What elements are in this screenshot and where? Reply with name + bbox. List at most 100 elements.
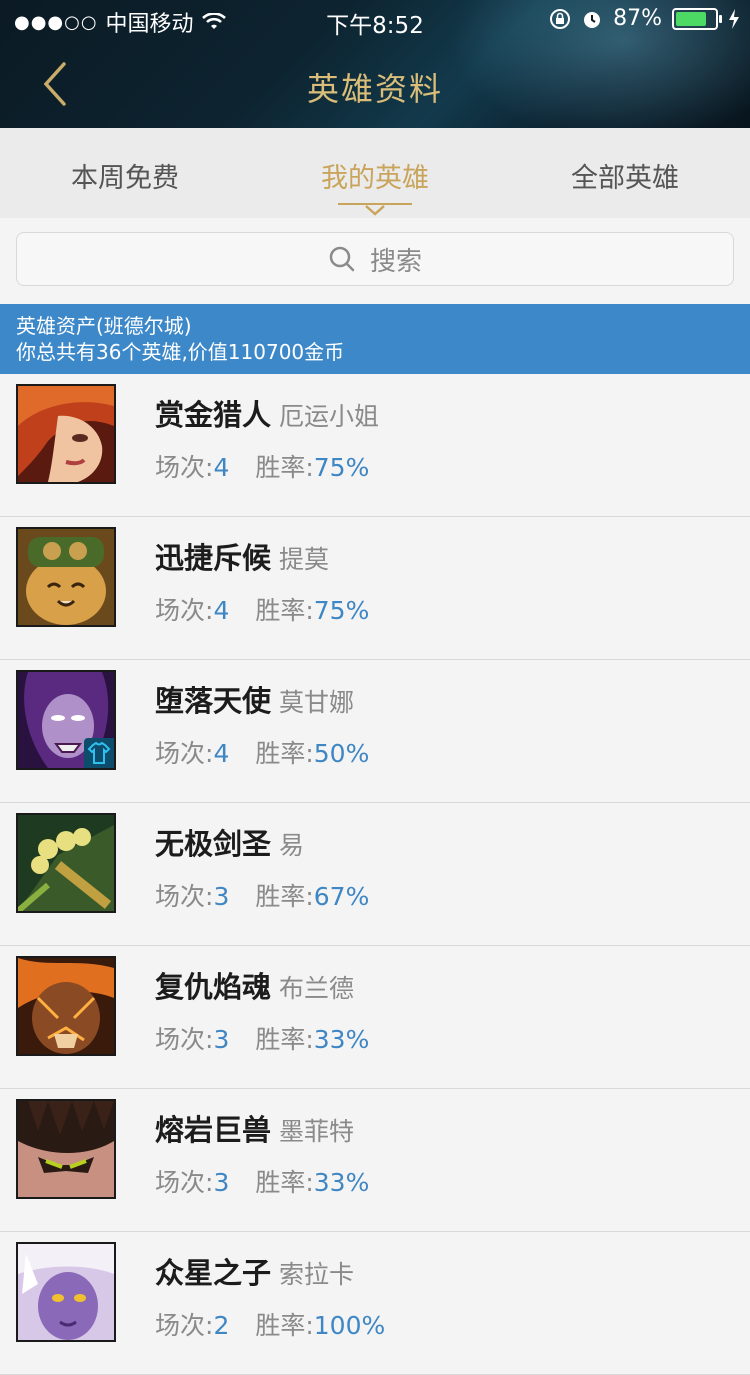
games-label: 场次: [155, 1168, 214, 1197]
hero-stats: 场次:4 胜率:75% [155, 448, 369, 484]
hero-avatar [16, 1242, 116, 1342]
hero-row[interactable]: 堕落天使 莫甘娜 场次:4 胜率:50% [0, 660, 750, 803]
games-label: 场次: [155, 1311, 214, 1340]
tab-my-heroes[interactable]: 我的英雄 [250, 156, 500, 195]
banner-summary: 你总共有36个英雄,价值110700金币 [16, 340, 345, 364]
winrate-label: 胜率: [255, 739, 314, 768]
tab-weekly-free[interactable]: 本周免费 [0, 156, 250, 195]
hero-avatar [16, 956, 116, 1056]
hero-portrait-image [18, 529, 114, 625]
hero-name: 厄运小姐 [279, 402, 380, 431]
tab-all-heroes[interactable]: 全部英雄 [500, 156, 750, 195]
hero-name: 易 [279, 831, 305, 860]
hero-list: 赏金猎人 厄运小姐 场次:4 胜率:75% 迅捷斥候 提莫 场次:4 胜率:75% [0, 374, 750, 1375]
page-title: 英雄资料 [306, 70, 443, 108]
games-label: 场次: [155, 1025, 214, 1054]
winrate-value: 33% [313, 1025, 370, 1054]
hero-avatar [16, 1099, 116, 1199]
search-container: 搜索 [16, 232, 734, 286]
games-value: 4 [213, 596, 230, 625]
hero-name: 墨菲特 [279, 1117, 355, 1146]
winrate-label: 胜率: [255, 596, 314, 625]
hero-stats: 场次:3 胜率:33% [155, 1020, 369, 1056]
hero-avatar [16, 527, 116, 627]
hero-portrait-image [18, 815, 114, 911]
hero-title-text: 无极剑圣 [155, 827, 272, 861]
winrate-value: 75% [313, 453, 370, 482]
hero-name: 提莫 [279, 545, 330, 574]
hero-portrait-image [18, 1101, 114, 1197]
hero-title: 堕落天使 莫甘娜 [155, 678, 354, 720]
alarm-icon [584, 11, 601, 28]
hero-title: 迅捷斥候 提莫 [155, 535, 329, 577]
hero-stats: 场次:4 胜率:50% [155, 734, 369, 770]
hero-title: 熔岩巨兽 墨菲特 [155, 1107, 354, 1149]
hero-title: 众星之子 索拉卡 [155, 1250, 354, 1292]
hero-title-text: 堕落天使 [155, 684, 272, 718]
search-input[interactable]: 搜索 [16, 232, 734, 286]
games-label: 场次: [155, 739, 214, 768]
winrate-value: 67% [313, 882, 370, 911]
hero-row[interactable]: 复仇焰魂 布兰德 场次:3 胜率:33% [0, 946, 750, 1089]
hero-title-text: 赏金猎人 [155, 398, 272, 432]
hero-title-text: 熔岩巨兽 [155, 1113, 272, 1147]
shirt-icon [87, 741, 111, 764]
hero-assets-banner: 英雄资产(班德尔城) 你总共有36个英雄,价值110700金币 [0, 304, 750, 374]
charging-icon [729, 8, 739, 29]
hero-name: 布兰德 [279, 974, 355, 1003]
hero-portrait-image [18, 958, 114, 1054]
winrate-label: 胜率: [255, 1168, 314, 1197]
search-placeholder: 搜索 [369, 246, 422, 277]
banner-title: 英雄资产(班德尔城) [16, 314, 192, 338]
skin-badge [84, 738, 114, 768]
hero-stats: 场次:2 胜率:100% [155, 1306, 385, 1342]
games-value: 3 [213, 882, 230, 911]
hero-portrait-image [18, 1244, 114, 1340]
winrate-label: 胜率: [255, 453, 314, 482]
hero-portrait-image [18, 386, 114, 482]
hero-stats: 场次:3 胜率:67% [155, 877, 369, 913]
winrate-value: 50% [313, 739, 370, 768]
hero-row[interactable]: 赏金猎人 厄运小姐 场次:4 胜率:75% [0, 374, 750, 517]
hero-row[interactable]: 无极剑圣易 场次:3 胜率:67% [0, 803, 750, 946]
battery-level [676, 11, 706, 26]
hero-tabs: 本周免费 我的英雄 全部英雄 [0, 128, 750, 218]
hero-avatar [16, 670, 116, 770]
rotation-lock-icon [550, 8, 571, 29]
hero-title-text: 复仇焰魂 [155, 970, 272, 1004]
games-label: 场次: [155, 882, 214, 911]
hero-avatar [16, 384, 116, 484]
hero-avatar [16, 813, 116, 913]
games-value: 3 [213, 1168, 230, 1197]
hero-stats: 场次:4 胜率:75% [155, 591, 369, 627]
games-value: 3 [213, 1025, 230, 1054]
hero-title: 赏金猎人 厄运小姐 [155, 392, 379, 434]
winrate-value: 33% [313, 1168, 370, 1197]
hero-title: 复仇焰魂 布兰德 [155, 964, 354, 1006]
battery-percent: 87% [613, 6, 662, 31]
winrate-value: 75% [313, 596, 370, 625]
games-label: 场次: [155, 596, 214, 625]
search-icon [329, 246, 355, 272]
hero-row[interactable]: 众星之子 索拉卡 场次:2 胜率:100% [0, 1232, 750, 1375]
winrate-label: 胜率: [255, 882, 314, 911]
hero-title-text: 众星之子 [155, 1256, 272, 1290]
games-value: 2 [213, 1311, 230, 1340]
winrate-label: 胜率: [255, 1025, 314, 1054]
hero-title: 无极剑圣易 [155, 821, 304, 863]
hero-row[interactable]: 熔岩巨兽 墨菲特 场次:3 胜率:33% [0, 1089, 750, 1232]
active-tab-indicator [338, 203, 412, 216]
winrate-value: 100% [313, 1311, 386, 1340]
hero-name: 索拉卡 [279, 1260, 355, 1289]
hero-stats: 场次:3 胜率:33% [155, 1163, 369, 1199]
hero-row[interactable]: 迅捷斥候 提莫 场次:4 胜率:75% [0, 517, 750, 660]
games-value: 4 [213, 453, 230, 482]
battery-icon [672, 7, 722, 30]
status-right: 87% [549, 6, 740, 31]
games-value: 4 [213, 739, 230, 768]
app-header: ●●●○○ 中国移动 下午8:52 87% 英雄资料 [0, 0, 750, 128]
games-label: 场次: [155, 453, 214, 482]
hero-name: 莫甘娜 [279, 688, 355, 717]
hero-title-text: 迅捷斥候 [155, 541, 272, 575]
winrate-label: 胜率: [255, 1311, 314, 1340]
